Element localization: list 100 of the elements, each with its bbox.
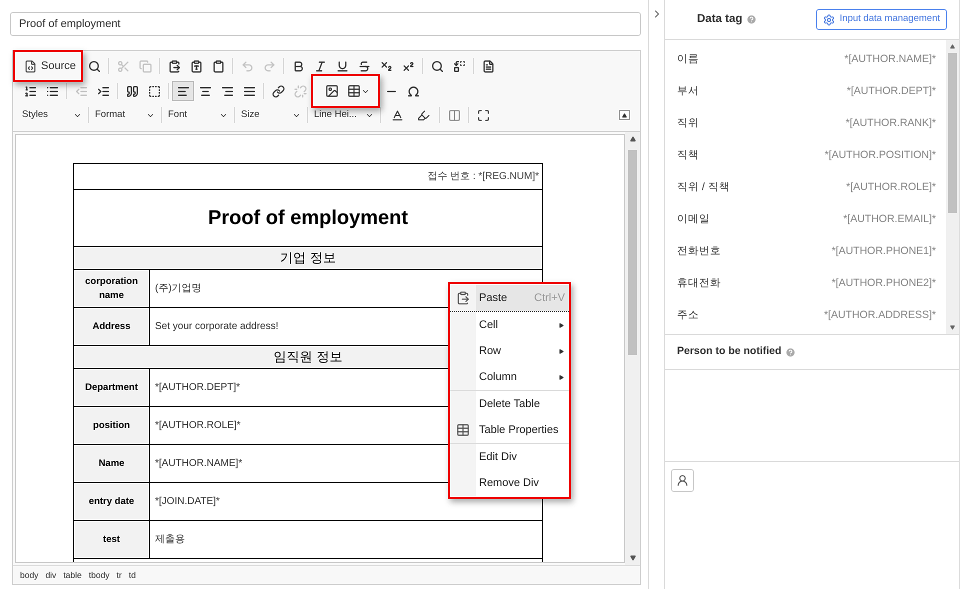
tag-label: 이메일: [677, 212, 710, 228]
data-tag-item[interactable]: 직위 *[AUTHOR.RANK]*: [665, 108, 946, 140]
menu-item-label: Cell: [478, 318, 499, 333]
title-input-field[interactable]: Proof of employment: [10, 12, 641, 36]
submenu-arrow-icon: [559, 322, 564, 328]
scroll-down-icon: [630, 555, 636, 561]
user-icon: [676, 474, 689, 487]
element-path-link[interactable]: table: [63, 568, 82, 582]
tag-label: 직책: [677, 148, 699, 164]
undo-icon: [240, 60, 254, 72]
indent-icon: [96, 84, 110, 98]
dashed-box-icon: [148, 84, 160, 98]
row-label: position: [92, 418, 131, 432]
source-button[interactable]: Source: [13, 50, 83, 82]
submenu-arrow-icon: [559, 348, 564, 354]
menu-item-label: Paste: [478, 290, 508, 306]
align-left-button[interactable]: [172, 81, 194, 101]
table-icon: [347, 84, 361, 98]
triangle-up-icon: [622, 112, 627, 118]
scrollbar-thumb[interactable]: [628, 150, 637, 355]
menu-item[interactable]: Edit Div: [450, 444, 569, 470]
text-color-icon: [390, 108, 404, 122]
data-tag-item[interactable]: 이름 *[AUTHOR.NAME]*: [665, 44, 946, 76]
row-label: entry date: [88, 494, 136, 508]
element-path-link[interactable]: div: [45, 568, 56, 582]
menu-item-label: Delete Table: [478, 396, 541, 412]
align-left-icon: [176, 84, 190, 98]
data-tag-item[interactable]: 주소 *[AUTHOR.ADDRESS]*: [665, 300, 946, 332]
menu-item[interactable]: Row: [450, 338, 569, 364]
image-icon: [325, 84, 339, 98]
bulleted-list-icon: [46, 84, 58, 98]
document-title: Proof of employment: [208, 206, 408, 231]
panel-title: Data tag: [697, 12, 742, 27]
row-label: Department: [84, 380, 139, 394]
input-data-management-button[interactable]: Input data management: [816, 9, 947, 30]
data-tag-item[interactable]: 직책 *[AUTHOR.POSITION]*: [665, 140, 946, 172]
element-path-link[interactable]: body: [20, 568, 38, 582]
menu-item[interactable]: Cell: [450, 312, 569, 338]
section-title: Person to be notified: [677, 344, 782, 360]
menu-item[interactable]: Table Properties: [450, 417, 569, 443]
element-path-link[interactable]: tbody: [88, 568, 110, 582]
underline-icon: [336, 60, 348, 72]
tag-code: *[AUTHOR.POSITION]*: [824, 148, 936, 164]
menu-item-label: Table Properties: [478, 422, 560, 438]
collapse-toolbar-button[interactable]: [619, 110, 630, 120]
replace-icon: [452, 60, 466, 72]
row-value: *[AUTHOR.DEPT]*: [155, 381, 240, 395]
unlink-icon: [294, 84, 306, 98]
tag-label: 휴대전화: [677, 276, 721, 292]
menu-item[interactable]: Paste Ctrl+V: [450, 285, 569, 311]
tag-code: *[AUTHOR.PHONE1]*: [832, 244, 936, 260]
omega-icon: [406, 84, 420, 98]
tag-label: 직위 / 직책: [677, 180, 730, 196]
outdent-icon: [74, 84, 88, 98]
tag-code: *[AUTHOR.DEPT]*: [846, 84, 936, 100]
clipboard-icon: [456, 291, 470, 305]
find-icon: [88, 60, 100, 72]
search-icon: [430, 60, 444, 72]
data-tag-item[interactable]: 휴대전화 *[AUTHOR.PHONE2]*: [665, 268, 946, 300]
row-label: test: [102, 532, 121, 546]
subscript-icon: [380, 60, 392, 72]
add-person-button[interactable]: [671, 469, 694, 492]
menu-item-label: Row: [478, 344, 502, 359]
row-label: Name: [98, 456, 126, 470]
tag-label: 주소: [677, 308, 699, 324]
registration-number: 접수 번호 : *[REG.NUM]*: [427, 170, 539, 184]
data-tag-item[interactable]: 전화번호 *[AUTHOR.PHONE1]*: [665, 236, 946, 268]
tag-code: *[AUTHOR.RANK]*: [846, 116, 936, 132]
tag-label: 직위: [677, 116, 699, 132]
row-value: Set your corporate address!: [155, 320, 278, 334]
row-value: 제출용: [155, 533, 185, 547]
scroll-down-icon: [950, 325, 955, 330]
align-justify-icon: [242, 84, 256, 98]
format-dropdown[interactable]: Line Hei...: [311, 106, 377, 124]
data-tag-item[interactable]: 부서 *[AUTHOR.DEPT]*: [665, 76, 946, 108]
format-dropdown[interactable]: Font: [165, 106, 231, 124]
row-value: *[AUTHOR.ROLE]*: [155, 419, 241, 433]
strikethrough-icon: [358, 60, 370, 72]
tag-label: 전화번호: [677, 244, 721, 260]
data-tag-item[interactable]: 직위 / 직책 *[AUTHOR.ROLE]*: [665, 172, 946, 204]
data-tag-item[interactable]: 이메일 *[AUTHOR.EMAIL]*: [665, 204, 946, 236]
document-icon: [482, 60, 494, 72]
format-dropdown[interactable]: Size: [238, 106, 304, 124]
shortcut-label: Ctrl+V: [534, 290, 566, 306]
element-path-link[interactable]: td: [128, 568, 136, 582]
menu-item[interactable]: Remove Div: [450, 470, 569, 496]
row-value: (주)기업명: [155, 282, 202, 296]
format-dropdown[interactable]: Format: [92, 106, 158, 124]
row-value: *[JOIN.DATE]*: [155, 495, 220, 509]
menu-item[interactable]: Delete Table: [450, 391, 569, 417]
tag-code: *[AUTHOR.ROLE]*: [846, 180, 936, 196]
align-right-icon: [220, 84, 234, 98]
element-path-link[interactable]: tr: [116, 568, 122, 582]
section-heading: 기업 정보: [280, 249, 336, 268]
menu-item[interactable]: Column: [450, 364, 569, 390]
tag-code: *[AUTHOR.ADDRESS]*: [824, 308, 936, 324]
submenu-arrow-icon: [559, 374, 564, 380]
scrollbar-thumb[interactable]: [948, 53, 957, 213]
format-dropdown[interactable]: Styles: [19, 106, 85, 124]
tag-code: *[AUTHOR.NAME]*: [844, 52, 936, 68]
